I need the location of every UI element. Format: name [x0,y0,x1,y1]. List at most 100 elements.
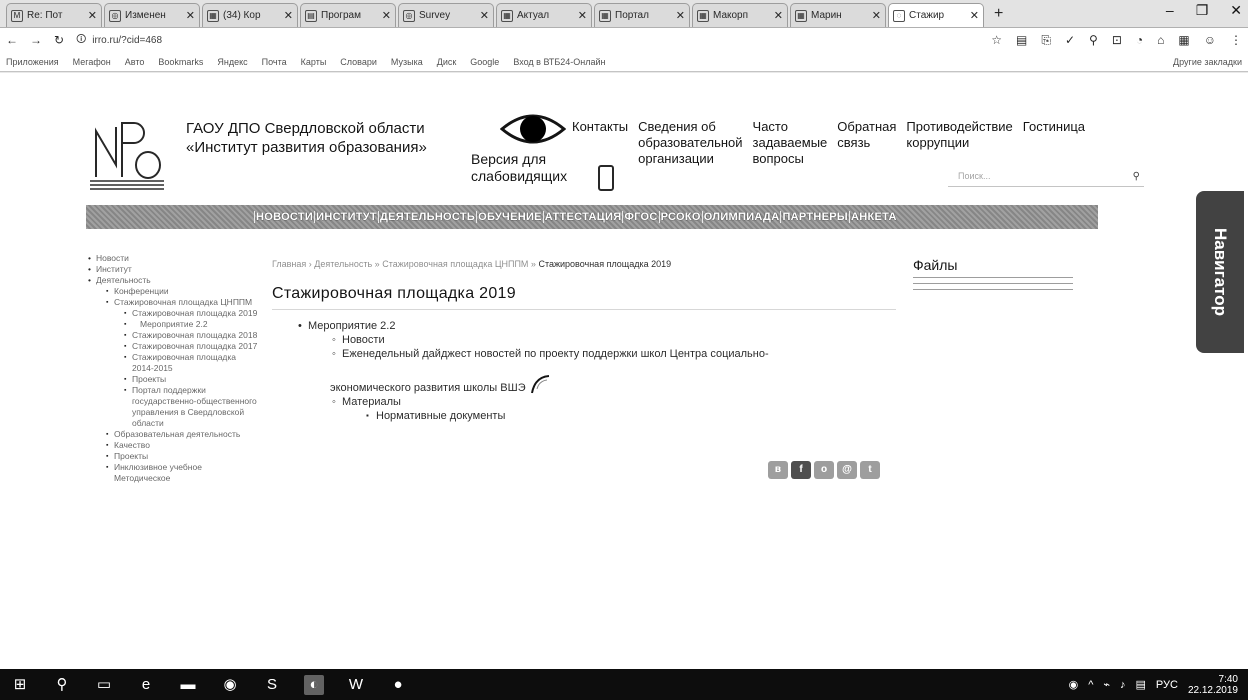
chrome-tray-icon[interactable]: ◉ [1069,678,1079,691]
browser-tab[interactable]: ▦ Марин ✕ [790,3,886,27]
yandex-browser-icon[interactable]: ◐ [304,674,324,695]
main-menu-item[interactable]: ДЕЯТЕЛЬНОСТЬ [377,211,476,223]
content-item-materials[interactable]: Материалы Нормативные документы [330,395,769,423]
extension-icon[interactable]: ▦ [1178,33,1189,48]
extension-icon[interactable]: ⎘ [1041,33,1051,48]
file-explorer-icon[interactable]: ▬ [178,675,198,695]
chrome-icon[interactable]: ◉ [220,675,240,695]
bookmark-item[interactable]: Яндекс [217,57,247,67]
close-window-button[interactable]: ✕ [1230,2,1242,19]
browser-tab[interactable]: ▦ Макорп ✕ [692,3,788,27]
reload-icon[interactable]: ↻ [54,33,64,47]
tab-close-icon[interactable]: ✕ [774,9,783,22]
topnav-link[interactable]: Гостиница [1023,119,1085,167]
leftnav-item-conferences[interactable]: Конференции [106,286,258,297]
topnav-link[interactable]: Противодействие коррупции [906,119,1012,167]
check-icon[interactable]: ✓ [1065,33,1075,48]
twitter-icon[interactable]: t [860,461,880,479]
volume-icon[interactable]: ♪ [1120,679,1126,691]
skype-icon[interactable]: S [262,675,282,695]
main-menu-item[interactable]: ИНСТИТУТ [314,211,378,223]
tab-close-icon[interactable]: ✕ [676,9,685,22]
other-bookmarks[interactable]: Другие закладки [1173,57,1242,67]
language-indicator[interactable]: РУС [1156,679,1178,691]
bookmark-star-icon[interactable]: ☆ [991,33,1002,48]
eye-icon[interactable] [500,109,566,149]
leftnav-item-institute[interactable]: Институт [88,264,258,275]
facebook-icon[interactable]: f [791,461,811,479]
browser-tab[interactable]: ▦ Актуал ✕ [496,3,592,27]
chevron-up-icon[interactable]: ^ [1088,679,1093,691]
leftnav-item-2019[interactable]: Стажировочная площадка 2019 [124,308,258,319]
bookmark-item[interactable]: Bookmarks [158,57,203,67]
topnav-link[interactable]: Контакты [572,119,628,167]
main-menu-item[interactable]: АНКЕТА [849,211,898,223]
start-icon[interactable]: ⊞ [10,675,30,695]
search-icon[interactable]: ⚲ [52,675,72,695]
content-item-news[interactable]: Новости [330,333,769,347]
mail-icon[interactable]: @ [837,461,857,479]
browser-tab[interactable]: M Re: Пот ✕ [6,3,102,27]
bookmark-item[interactable]: Карты [301,57,327,67]
leftnav-item-inclusive[interactable]: Инклюзивное учебное Методическое [106,462,258,484]
edge-icon[interactable]: e [136,675,156,695]
browser-tab[interactable]: ▦ Портал ✕ [594,3,690,27]
main-menu-item[interactable]: ОЛИМПИАДА [701,211,781,223]
restore-button[interactable]: ❐ [1196,2,1209,19]
main-menu-item[interactable]: НОВОСТИ [254,211,314,223]
leftnav-item-event-2-2[interactable]: Мероприятие 2.2 [124,319,258,330]
bookmark-item[interactable]: Вход в ВТБ24-Онлайн [513,57,605,67]
content-item-event[interactable]: Мероприятие 2.2 Новости Еженедельный дай… [296,319,769,423]
leftnav-item-2014[interactable]: Стажировочная площадка 2014-2015 [124,352,258,374]
notification-icon[interactable]: ▤ [1136,678,1146,691]
leftnav-item-education[interactable]: Образовательная деятельность [106,429,258,440]
menu-icon[interactable]: ⋮ [1230,33,1242,48]
browser-tab[interactable]: ▤ Програм ✕ [300,3,396,27]
bookmark-item[interactable]: Google [470,57,499,67]
vk-icon[interactable]: в [768,461,788,479]
leftnav-item-activity[interactable]: Деятельность Конференции Стажировочная п… [88,275,258,484]
word-icon[interactable]: W [346,675,366,695]
site-info-icon[interactable]: 🛈 [76,32,86,49]
bookmark-item[interactable]: Мегафон [73,57,111,67]
leftnav-item-news[interactable]: Новости [88,253,258,264]
clock[interactable]: 7:40 22.12.2019 [1188,674,1238,696]
extension-icon[interactable]: ⚲ [1089,33,1098,48]
navigator-button[interactable]: Навигатор [1196,191,1244,353]
network-icon[interactable]: ⌁ [1103,678,1110,691]
leftnav-item-projects-2[interactable]: Проекты [106,451,258,462]
breadcrumb-trail[interactable]: Главная › Деятельность » Стажировочная п… [272,259,536,269]
tab-close-icon[interactable]: ✕ [480,9,489,22]
topnav-link[interactable]: Сведения об образовательной организации [638,119,742,167]
topnav-link[interactable]: Обратная связь [837,119,896,167]
task-view-icon[interactable]: ▭ [94,675,114,695]
extension-icon[interactable]: ◔ [1136,33,1143,48]
leftnav-item-projects[interactable]: Проекты [124,374,258,385]
leftnav-item-2018[interactable]: Стажировочная площадка 2018 [124,330,258,341]
browser-tab[interactable]: ◌ Стажир ✕ [888,3,984,27]
accessibility-version-link[interactable]: Версия для слабовидящих [471,151,567,185]
profile-icon[interactable]: ☺ [1204,33,1216,48]
leftnav-item-2017[interactable]: Стажировочная площадка 2017 [124,341,258,352]
bookmark-item[interactable]: Диск [437,57,457,67]
topnav-link[interactable]: Часто задаваемые вопросы [753,119,828,167]
media-icon[interactable]: ● [388,675,408,695]
back-icon[interactable]: ← [6,33,18,47]
bookmark-item[interactable]: Музыка [391,57,423,67]
main-menu-item[interactable]: ОБУЧЕНИЕ [476,211,543,223]
tab-close-icon[interactable]: ✕ [284,9,293,22]
browser-tab[interactable]: ◎ Survey ✕ [398,3,494,27]
irro-logo[interactable] [86,109,168,193]
odnoklassniki-icon[interactable]: о [814,461,834,479]
bookmark-item[interactable]: Авто [125,57,145,67]
main-menu-item[interactable]: ПАРТНЕРЫ [780,211,849,223]
bookmark-item[interactable]: Словари [340,57,377,67]
browser-tab[interactable]: ◎ Изменен ✕ [104,3,200,27]
tab-close-icon[interactable]: ✕ [186,9,195,22]
forward-icon[interactable]: → [30,33,42,47]
minimize-button[interactable]: – [1166,2,1174,19]
extension-icon[interactable]: ▤ [1016,33,1027,48]
tab-close-icon[interactable]: ✕ [970,9,979,22]
search-icon[interactable]: ⚲ [1133,171,1140,182]
leftnav-item-portal[interactable]: Портал поддержки государственно-обществе… [124,385,258,429]
